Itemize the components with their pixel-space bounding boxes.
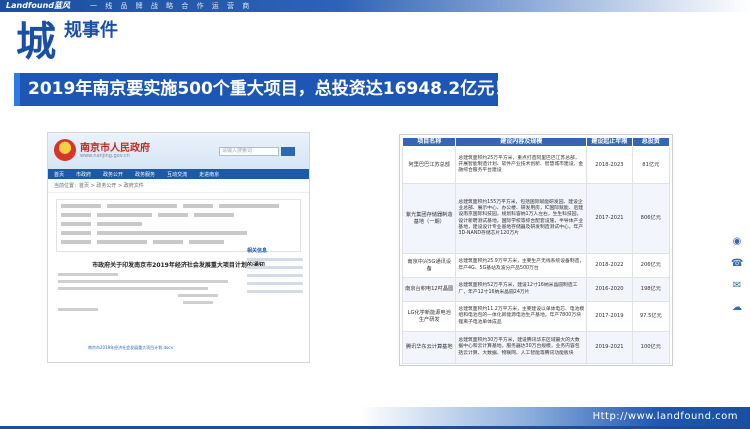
project-amount: 206亿元 bbox=[631, 253, 671, 278]
headline-banner: 2019年南京要实施500个重大项目，总投资达16948.2亿元！ bbox=[14, 73, 512, 106]
project-table-panel: 项目名称 建设内容及规模 建设起止年限 总投资 阿里巴巴江苏总部 总建筑面积约2… bbox=[399, 134, 673, 366]
project-name: 腾讯华东云计算基地 bbox=[401, 331, 457, 364]
project-name: 阿里巴巴江苏总部 bbox=[401, 146, 457, 184]
attachment-link: 南京市2019年经济社会发展重大项目计划.docx bbox=[88, 345, 174, 350]
table-row: 南京中兴5G通讯设备 总建筑面积约25.9万平方米，主要生产无线系统设备制造，年… bbox=[401, 253, 671, 278]
gov-site-header: 南京市人民政府 www.nanjing.gov.cn 请输入搜索词 bbox=[48, 133, 309, 169]
national-emblem-icon bbox=[54, 139, 76, 161]
side-toolbar: ◉ ☎ ✉ ☁ bbox=[728, 236, 746, 324]
table-row: 紫光集团存储器制造基地（一期） 总建筑面积约155万平方米，包括国际赋能研发园、… bbox=[401, 183, 671, 254]
gov-breadcrumb: 当前位置：首页 > 政务公开 > 政府文件 bbox=[48, 179, 309, 193]
project-amount: 100亿元 bbox=[631, 331, 671, 364]
gov-nav-item: 首页 bbox=[54, 171, 65, 178]
project-name: 南京台积电12吋晶圆 bbox=[401, 277, 457, 302]
table-header-cell: 总投资 bbox=[631, 137, 671, 147]
table-row: LG化学新能源电池生产研发 总建筑面积约11.2万平方米，主要建设以单体电芯、电… bbox=[401, 301, 671, 332]
gov-search-button bbox=[281, 147, 295, 156]
table-header-cell: 项目名称 bbox=[401, 137, 457, 147]
doc-meta-box bbox=[56, 199, 301, 252]
project-name: 紫光集团存储器制造基地（一期） bbox=[401, 183, 457, 254]
brand-logo: Landfound蓝风 bbox=[6, 1, 71, 10]
gov-nav-item: 市政府 bbox=[76, 171, 92, 178]
project-amount: 198亿元 bbox=[631, 277, 671, 302]
project-content: 总建筑面积约52万平方米，建设12寸16纳米晶圆制造工厂，年产12寸16纳米晶圆… bbox=[455, 277, 588, 302]
project-content: 总建筑面积约25.9万平方米，主要生产无线系统设备制造，年产4G、5G基站及波分… bbox=[455, 253, 588, 278]
gov-nav-bar: 首页 市政府 政务公开 政务服务 互动交流 走进南京 bbox=[48, 169, 309, 179]
mail-icon[interactable]: ✉ bbox=[731, 280, 743, 292]
footer-url[interactable]: Http://www.landfound.com bbox=[593, 411, 738, 422]
chat-icon[interactable]: ☁ bbox=[731, 302, 743, 314]
table-row: 阿里巴巴江苏总部 总建筑面积约25万平方米，重点打造阿里巴巴江苏总部，开展智能制… bbox=[401, 146, 671, 184]
gov-nav-item: 走进南京 bbox=[199, 171, 220, 178]
project-amount: 806亿元 bbox=[631, 183, 671, 254]
project-years: 2018-2023 bbox=[586, 146, 633, 184]
project-amount: 97.5亿元 bbox=[631, 301, 671, 332]
project-content: 总建筑面积约30万平方米，建设腾讯华东区域最大的大数据中心和云计算基地，服务器达… bbox=[455, 331, 588, 364]
gov-nav-item: 互动交流 bbox=[167, 171, 188, 178]
project-name: LG化学新能源电池生产研发 bbox=[401, 301, 457, 332]
top-banner: Landfound蓝风 一 线 品 牌 战 略 合 作 运 营 商 bbox=[0, 0, 750, 12]
page-title-small: 规事件 bbox=[64, 20, 118, 41]
gov-website-screenshot: 南京市人民政府 www.nanjing.gov.cn 请输入搜索词 首页 市政府… bbox=[47, 132, 310, 363]
brand-slogan: 一 线 品 牌 战 略 合 作 运 营 商 bbox=[90, 2, 253, 10]
wechat-icon[interactable]: ◉ bbox=[731, 236, 743, 248]
project-years: 2018-2022 bbox=[586, 253, 633, 278]
project-content: 总建筑面积约11.2万平方米，主要建设以单体电芯、电池模组和电池包的一体化新能源… bbox=[455, 301, 588, 332]
related-info-title: 相关信息 bbox=[247, 248, 268, 254]
table-row: 南京台积电12吋晶圆 总建筑面积约52万平方米，建设12寸16纳米晶圆制造工厂，… bbox=[401, 277, 671, 302]
table-header-cell: 建设内容及规模 bbox=[455, 137, 588, 147]
gov-site-url: www.nanjing.gov.cn bbox=[80, 153, 130, 159]
table-row: 腾讯华东云计算基地 总建筑面积约30万平方米，建设腾讯华东区域最大的大数据中心和… bbox=[401, 331, 671, 364]
related-info-panel: 相关信息 bbox=[247, 247, 303, 298]
project-years: 2017-2019 bbox=[586, 301, 633, 332]
page-title-big: 城 bbox=[16, 19, 56, 65]
project-content: 总建筑面积约25万平方米，重点打造阿里巴巴江苏总部，开展智能制造计划、软件产业技… bbox=[455, 146, 588, 184]
project-content: 总建筑面积约155万平方米，包括国际赋能研发园、建设企业总部、展示中心、办公楼、… bbox=[455, 183, 588, 254]
project-table: 项目名称 建设内容及规模 建设起止年限 总投资 阿里巴巴江苏总部 总建筑面积约2… bbox=[401, 137, 671, 364]
project-years: 2017-2021 bbox=[586, 183, 633, 254]
footer-bar: Http://www.landfound.com bbox=[0, 407, 750, 429]
project-amount: 81亿元 bbox=[631, 146, 671, 184]
project-name: 南京中兴5G通讯设备 bbox=[401, 253, 457, 278]
gov-nav-item: 政务服务 bbox=[135, 171, 156, 178]
phone-icon[interactable]: ☎ bbox=[731, 258, 743, 270]
project-years: 2016-2020 bbox=[586, 277, 633, 302]
gov-search-input: 请输入搜索词 bbox=[219, 147, 279, 156]
headline-text: 2019年南京要实施500个重大项目，总投资达16948.2亿元！ bbox=[28, 79, 512, 99]
gov-site-name: 南京市人民政府 bbox=[80, 143, 150, 154]
table-header-row: 项目名称 建设内容及规模 建设起止年限 总投资 bbox=[401, 137, 671, 147]
table-header-cell: 建设起止年限 bbox=[586, 137, 633, 147]
project-years: 2019-2021 bbox=[586, 331, 633, 364]
gov-nav-item: 政务公开 bbox=[103, 171, 124, 178]
